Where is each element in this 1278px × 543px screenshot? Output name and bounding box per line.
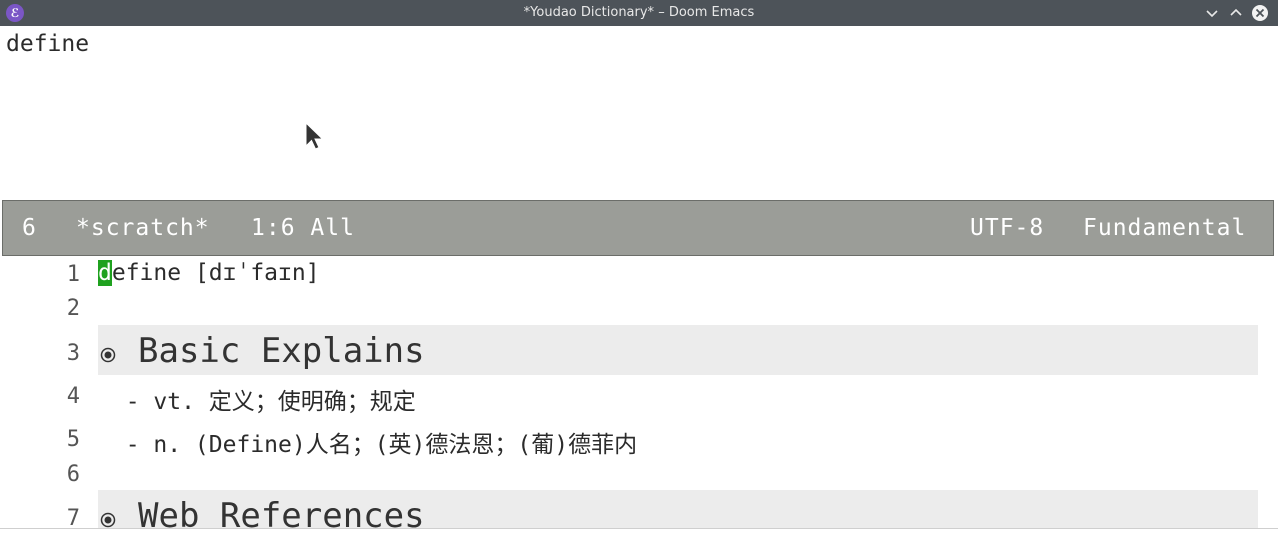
section-heading-web-references[interactable]: Web References [138, 496, 425, 528]
modeline-buffer-name[interactable]: *scratch* [76, 201, 210, 255]
definition-item: - vt. 定义；使明确；规定 [98, 389, 416, 415]
minimize-icon[interactable] [1203, 4, 1221, 22]
line-number: 2 [66, 296, 80, 321]
window-title: *Youdao Dictionary* – Doom Emacs [523, 5, 755, 20]
definition-item: - n. (Define)人名；(英)德法恩；(葡)德菲内 [98, 432, 638, 458]
modeline-encoding[interactable]: UTF-8 [970, 201, 1044, 255]
echo-area[interactable] [0, 528, 1278, 543]
line-number: 3 [66, 341, 80, 366]
line-number: 6 [66, 462, 80, 487]
dictionary-buffer[interactable]: 1 define [dɪˈfaɪn] 2 3 Basic Explains 4 … [0, 256, 1278, 528]
line-number: 1 [66, 262, 80, 287]
text-cursor: d [98, 260, 112, 286]
word-pronunciation: define [dɪˈfaɪn] [98, 260, 320, 286]
scratch-text[interactable]: define [6, 31, 89, 57]
modeline-major-mode[interactable]: Fundamental [1083, 201, 1246, 255]
modeline-number: 6 [22, 215, 37, 241]
section-heading-basic-explains[interactable]: Basic Explains [138, 331, 425, 371]
heading-bullet-icon [100, 512, 116, 528]
maximize-icon[interactable] [1227, 4, 1245, 22]
close-icon[interactable] [1251, 4, 1269, 22]
line-number: 5 [66, 427, 80, 452]
heading-bullet-icon [100, 347, 116, 363]
scratch-window[interactable]: define [0, 26, 1278, 200]
word-pronunciation-text: efine [dɪˈfaɪn] [111, 260, 320, 286]
line-number: 4 [66, 384, 80, 409]
modeline-position: 1:6 All [251, 215, 355, 241]
window-titlebar: ℰ *Youdao Dictionary* – Doom Emacs [0, 0, 1278, 26]
mouse-pointer-icon [305, 121, 325, 158]
mode-line: 6 *scratch* 1:6 All UTF-8 Fundamental [2, 200, 1274, 256]
line-number: 7 [66, 506, 80, 528]
